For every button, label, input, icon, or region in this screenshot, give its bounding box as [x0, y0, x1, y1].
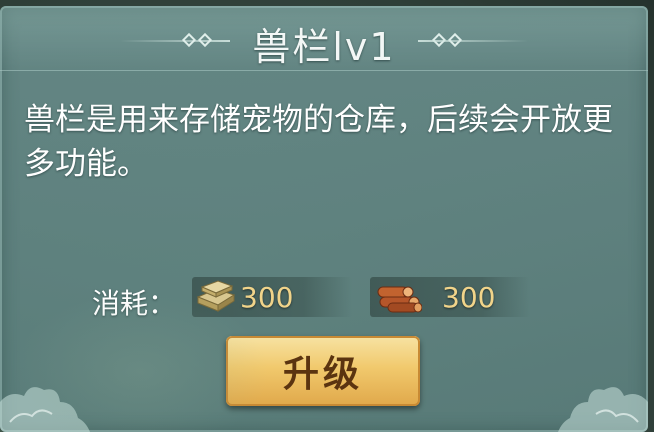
- dialog-title: 兽栏lv1: [252, 25, 396, 69]
- description-text: 兽栏是用来存储宠物的仓库，后续会开放更多功能。: [24, 102, 613, 182]
- cost-value: 300: [240, 281, 294, 314]
- upgrade-dialog: 兽栏lv1 兽栏是用来存储宠物的仓库，后续会开放更多功能。 消耗： 300 30…: [0, 6, 648, 432]
- upgrade-button[interactable]: 升级: [226, 336, 420, 406]
- cost-label: 消耗：: [92, 287, 177, 320]
- title-bar: 兽栏lv1: [0, 6, 648, 71]
- wood-icon: [377, 286, 422, 313]
- cost-item-stone: 300: [192, 277, 352, 317]
- cost-value: 300: [442, 281, 496, 314]
- cloud-ornament-icon: [558, 387, 648, 432]
- cloud-ornament-icon: [0, 387, 90, 432]
- stone-icon: [196, 280, 236, 312]
- cost-item-wood: 300: [370, 277, 530, 317]
- title-ornament-right: [418, 40, 528, 42]
